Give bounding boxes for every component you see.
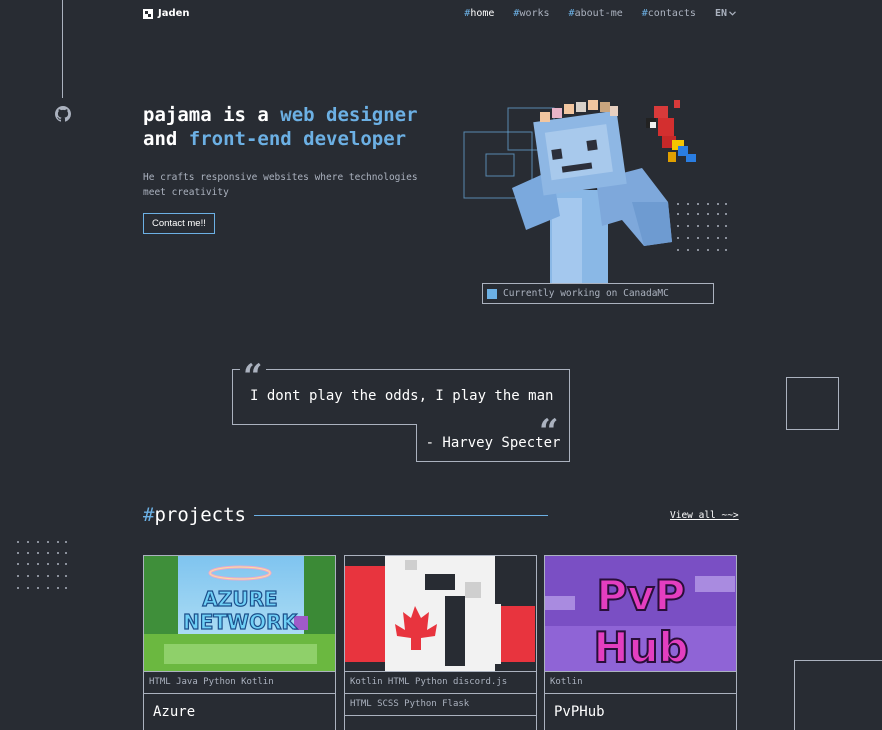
- decorative-square: [786, 377, 839, 430]
- language-label: EN: [714, 8, 727, 19]
- language-selector[interactable]: EN: [715, 8, 736, 19]
- main-nav: #home #works #about-me #contacts EN: [464, 8, 736, 19]
- project-image: PvP Hub: [545, 556, 736, 672]
- project-card-azure[interactable]: AZURE NETWORK HTML Java Python Kotlin Az…: [143, 555, 336, 730]
- project-card-pvphub[interactable]: PvP Hub Kotlin PvPHub: [544, 555, 737, 730]
- hero-character-image: [463, 100, 727, 286]
- project-title: PvPHub: [554, 704, 605, 720]
- nav-item-works[interactable]: #works: [513, 8, 549, 19]
- hero-title: pajama is a web designer and front-end d…: [143, 104, 418, 150]
- quote-text: I dont play the odds, I play the man: [250, 388, 554, 404]
- contact-me-button[interactable]: Contact me!!: [143, 213, 215, 234]
- project-image: AZURE NETWORK: [144, 556, 335, 672]
- section-divider-line: [254, 515, 548, 516]
- status-square-icon: [487, 288, 497, 299]
- project-tags: Kotlin HTML Python discord.js: [345, 672, 536, 694]
- project-tags-secondary: HTML SCSS Python Flask: [345, 694, 536, 716]
- nav-item-about-me[interactable]: #about-me: [569, 8, 623, 19]
- hero-subtitle: He crafts responsive websites where tech…: [143, 172, 418, 198]
- dots-pattern: [17, 541, 67, 589]
- project-image: [345, 556, 536, 672]
- project-title: Azure: [153, 704, 196, 720]
- brand-name: Jaden: [158, 8, 190, 19]
- project-tags: HTML Java Python Kotlin: [144, 672, 335, 694]
- chevron-down-icon: [729, 11, 736, 16]
- project-title: [345, 716, 536, 730]
- project-tags: Kotlin: [545, 672, 736, 694]
- project-card-canada[interactable]: Kotlin HTML Python discord.js HTML SCSS …: [344, 555, 537, 730]
- projects-section-title: #projects: [143, 504, 246, 526]
- dots-pattern: [677, 203, 727, 251]
- nav-item-contacts[interactable]: #contacts: [642, 8, 696, 19]
- quote-author-text: - Harvey Specter: [425, 434, 561, 451]
- view-all-link[interactable]: View all ~~>: [670, 510, 739, 521]
- current-work-status: Currently working on CanadaMC: [482, 283, 714, 304]
- brand-logo[interactable]: Jaden: [143, 8, 190, 19]
- card-image-text: Hub: [593, 623, 688, 672]
- media-divider-line: [62, 0, 63, 98]
- card-image-text: PvP: [597, 571, 686, 620]
- decorative-square: [794, 660, 882, 730]
- logo-icon: [143, 8, 153, 19]
- github-icon[interactable]: [55, 106, 71, 122]
- quote-open-icon: “: [240, 360, 266, 378]
- status-text: Currently working on CanadaMC: [503, 288, 669, 299]
- nav-item-home[interactable]: #home: [464, 8, 494, 19]
- quote-close-icon: “: [536, 415, 562, 433]
- card-image-text: AZURE: [202, 587, 277, 611]
- card-image-text: NETWORK: [183, 610, 299, 634]
